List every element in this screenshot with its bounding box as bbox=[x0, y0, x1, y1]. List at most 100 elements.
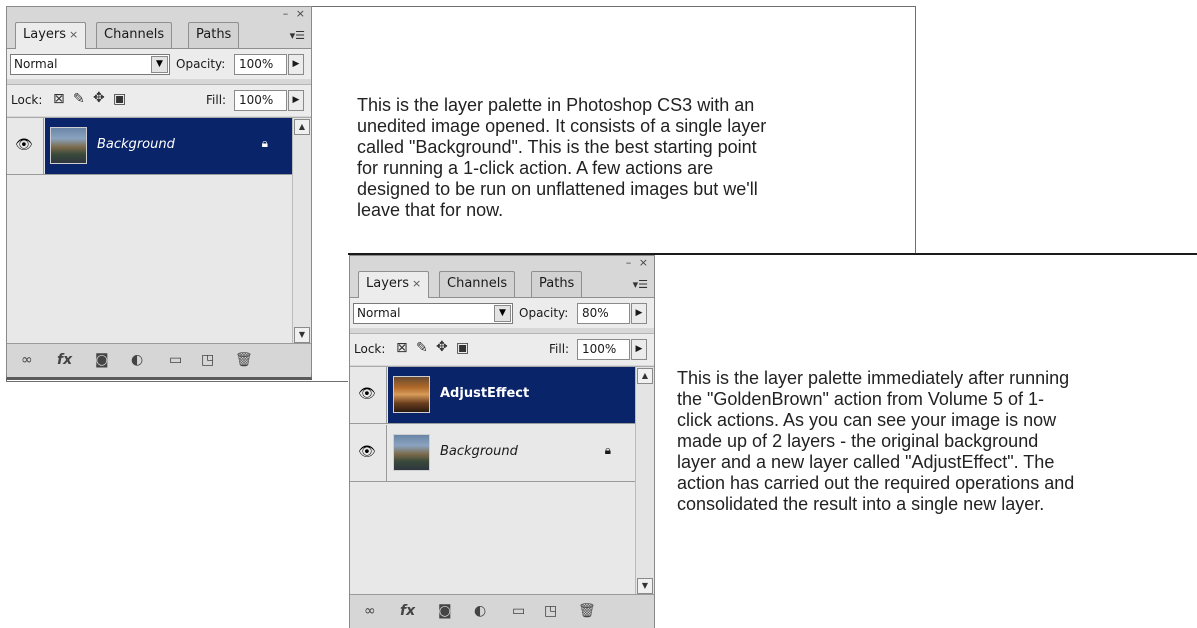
new-layer-icon[interactable]: ◳ bbox=[544, 603, 557, 619]
text-line: This is the layer palette immediately af… bbox=[677, 368, 1070, 388]
blend-row: Normal ▼ Opacity: 100% ▶ bbox=[7, 49, 311, 79]
layer-row-background[interactable]: 👁 Background 🔒︎ bbox=[7, 118, 292, 175]
scrollbar[interactable]: ▲ ▼ bbox=[292, 118, 311, 344]
lock-position-icon[interactable]: ✥ bbox=[93, 90, 105, 106]
text-line: click actions. As you can see your image… bbox=[677, 410, 1057, 430]
lock-image-icon[interactable]: ✎ bbox=[416, 340, 428, 356]
fill-field[interactable]: 100% bbox=[234, 90, 287, 111]
fill-label: Fill: bbox=[206, 93, 227, 107]
adjustment-layer-icon[interactable]: ◐ bbox=[474, 603, 486, 619]
panel-bottom-toolbar: ∞ fx ◙ ◐ ▭ ◳ 🗑︎ bbox=[7, 343, 311, 377]
lock-transparent-icon[interactable]: ⊠ bbox=[53, 91, 65, 107]
blend-mode-select[interactable]: Normal ▼ bbox=[10, 54, 170, 75]
window-controls[interactable]: – × bbox=[626, 256, 650, 269]
eye-icon[interactable]: 👁 bbox=[358, 444, 376, 460]
tab-layers[interactable]: Layers × bbox=[15, 22, 87, 49]
lock-label: Lock: bbox=[11, 93, 43, 107]
tab-paths[interactable]: Paths bbox=[531, 271, 583, 297]
text-line: unedited image opened. It consists of a … bbox=[357, 116, 767, 136]
visibility-cell[interactable]: 👁 bbox=[7, 118, 44, 174]
opacity-label: Opacity: bbox=[176, 57, 226, 71]
lock-label: Lock: bbox=[354, 342, 386, 356]
panel-bottom-toolbar: ∞ fx ◙ ◐ ▭ ◳ 🗑︎ bbox=[350, 594, 654, 628]
opacity-label: Opacity: bbox=[519, 306, 569, 320]
layers-list: 👁 AdjustEffect 👁 Background 🔒︎ ▲ ▼ bbox=[350, 366, 654, 595]
lock-transparent-icon[interactable]: ⊠ bbox=[396, 340, 408, 356]
scroll-up-button[interactable]: ▲ bbox=[294, 119, 310, 135]
chevron-down-icon[interactable]: ▼ bbox=[151, 56, 168, 73]
trash-icon[interactable]: 🗑︎ bbox=[235, 352, 253, 368]
layers-list: 👁 Background 🔒︎ ▲ ▼ bbox=[7, 117, 311, 344]
panel-menu-icon[interactable]: ▾☰ bbox=[290, 29, 305, 42]
fill-stepper[interactable]: ▶ bbox=[288, 90, 304, 111]
lock-position-icon[interactable]: ✥ bbox=[436, 339, 448, 355]
lock-image-icon[interactable]: ✎ bbox=[73, 91, 85, 107]
layers-panel-before: Layers × Channels Paths – × ▾☰ Normal ▼ Op… bbox=[6, 6, 312, 380]
visibility-cell[interactable]: 👁 bbox=[350, 425, 387, 481]
lock-all-icon[interactable]: ▣ bbox=[456, 340, 469, 356]
fill-label: Fill: bbox=[549, 342, 570, 356]
lock-icon: 🔒︎ bbox=[261, 136, 268, 150]
scrollbar[interactable]: ▲ ▼ bbox=[635, 367, 654, 595]
text-line: designed to be run on unflattened images… bbox=[357, 179, 758, 199]
scroll-down-button[interactable]: ▼ bbox=[294, 327, 310, 343]
new-layer-icon[interactable]: ◳ bbox=[201, 352, 214, 368]
layer-row-background[interactable]: 👁 Background 🔒︎ bbox=[350, 425, 635, 482]
lock-row: Lock: ⊠ ✎ ✥ ▣ Fill: 100% ▶ bbox=[7, 84, 311, 116]
window-controls[interactable]: – × bbox=[283, 7, 307, 20]
layer-row-adjusteffect[interactable]: 👁 AdjustEffect bbox=[350, 367, 635, 424]
eye-icon[interactable]: 👁 bbox=[15, 137, 33, 153]
scroll-up-button[interactable]: ▲ bbox=[637, 368, 653, 384]
folder-icon[interactable]: ▭ bbox=[169, 352, 182, 368]
text-line: leave that for now. bbox=[357, 200, 504, 220]
layer-name: Background bbox=[97, 137, 175, 152]
close-tab-icon[interactable]: × bbox=[69, 28, 78, 41]
layer-name: Background bbox=[440, 444, 518, 459]
opacity-stepper[interactable]: ▶ bbox=[631, 303, 647, 324]
layer-mask-icon[interactable]: ◙ bbox=[95, 352, 109, 368]
scroll-down-button[interactable]: ▼ bbox=[637, 578, 653, 594]
layer-mask-icon[interactable]: ◙ bbox=[438, 603, 452, 619]
fill-stepper[interactable]: ▶ bbox=[631, 339, 647, 360]
text-line: This is the layer palette in Photoshop C… bbox=[357, 95, 755, 115]
chevron-down-icon[interactable]: ▼ bbox=[494, 305, 511, 322]
opacity-stepper[interactable]: ▶ bbox=[288, 54, 304, 75]
layers-panel-after: Layers × Channels Paths – × ▾☰ Normal ▼ Op… bbox=[349, 255, 655, 628]
tab-paths[interactable]: Paths bbox=[188, 22, 240, 48]
description-top: This is the layer palette in Photoshop C… bbox=[357, 95, 877, 221]
fill-field[interactable]: 100% bbox=[577, 339, 630, 360]
panel-tabbar: Layers × Channels Paths – × ▾☰ bbox=[350, 256, 654, 298]
lock-row: Lock: ⊠ ✎ ✥ ▣ Fill: 100% ▶ bbox=[350, 333, 654, 365]
layer-thumbnail bbox=[393, 434, 430, 471]
text-line: consolidated the result into a single ne… bbox=[677, 494, 1045, 514]
panel-menu-icon[interactable]: ▾☰ bbox=[633, 278, 648, 291]
close-tab-icon[interactable]: × bbox=[412, 277, 421, 290]
tab-channels[interactable]: Channels bbox=[96, 22, 173, 48]
fx-icon[interactable]: fx bbox=[400, 603, 415, 619]
blend-mode-select[interactable]: Normal ▼ bbox=[353, 303, 513, 324]
text-line: made up of 2 layers - the original backg… bbox=[677, 431, 1039, 451]
layer-thumbnail bbox=[393, 376, 430, 413]
text-line: the "GoldenBrown" action from Volume 5 o… bbox=[677, 389, 1044, 409]
layer-body[interactable]: AdjustEffect bbox=[388, 367, 635, 423]
link-layers-icon[interactable]: ∞ bbox=[364, 603, 376, 619]
description-bottom: This is the layer palette immediately af… bbox=[677, 368, 1182, 515]
fx-icon[interactable]: fx bbox=[57, 352, 72, 368]
layer-name: AdjustEffect bbox=[440, 386, 530, 401]
trash-icon[interactable]: 🗑︎ bbox=[578, 603, 596, 619]
lock-all-icon[interactable]: ▣ bbox=[113, 91, 126, 107]
adjustment-layer-icon[interactable]: ◐ bbox=[131, 352, 143, 368]
blend-row: Normal ▼ Opacity: 80% ▶ bbox=[350, 298, 654, 328]
visibility-cell[interactable]: 👁 bbox=[350, 367, 387, 423]
opacity-field[interactable]: 100% bbox=[234, 54, 287, 75]
text-line: action has carried out the required oper… bbox=[677, 473, 1075, 493]
text-line: for running a 1-click action. A few acti… bbox=[357, 158, 714, 178]
opacity-field[interactable]: 80% bbox=[577, 303, 630, 324]
tab-layers[interactable]: Layers × bbox=[358, 271, 430, 298]
link-layers-icon[interactable]: ∞ bbox=[21, 352, 33, 368]
eye-icon[interactable]: 👁 bbox=[358, 386, 376, 402]
tab-channels[interactable]: Channels bbox=[439, 271, 516, 297]
layer-body[interactable]: Background 🔒︎ bbox=[45, 118, 292, 174]
layer-body[interactable]: Background 🔒︎ bbox=[388, 425, 635, 481]
folder-icon[interactable]: ▭ bbox=[512, 603, 525, 619]
